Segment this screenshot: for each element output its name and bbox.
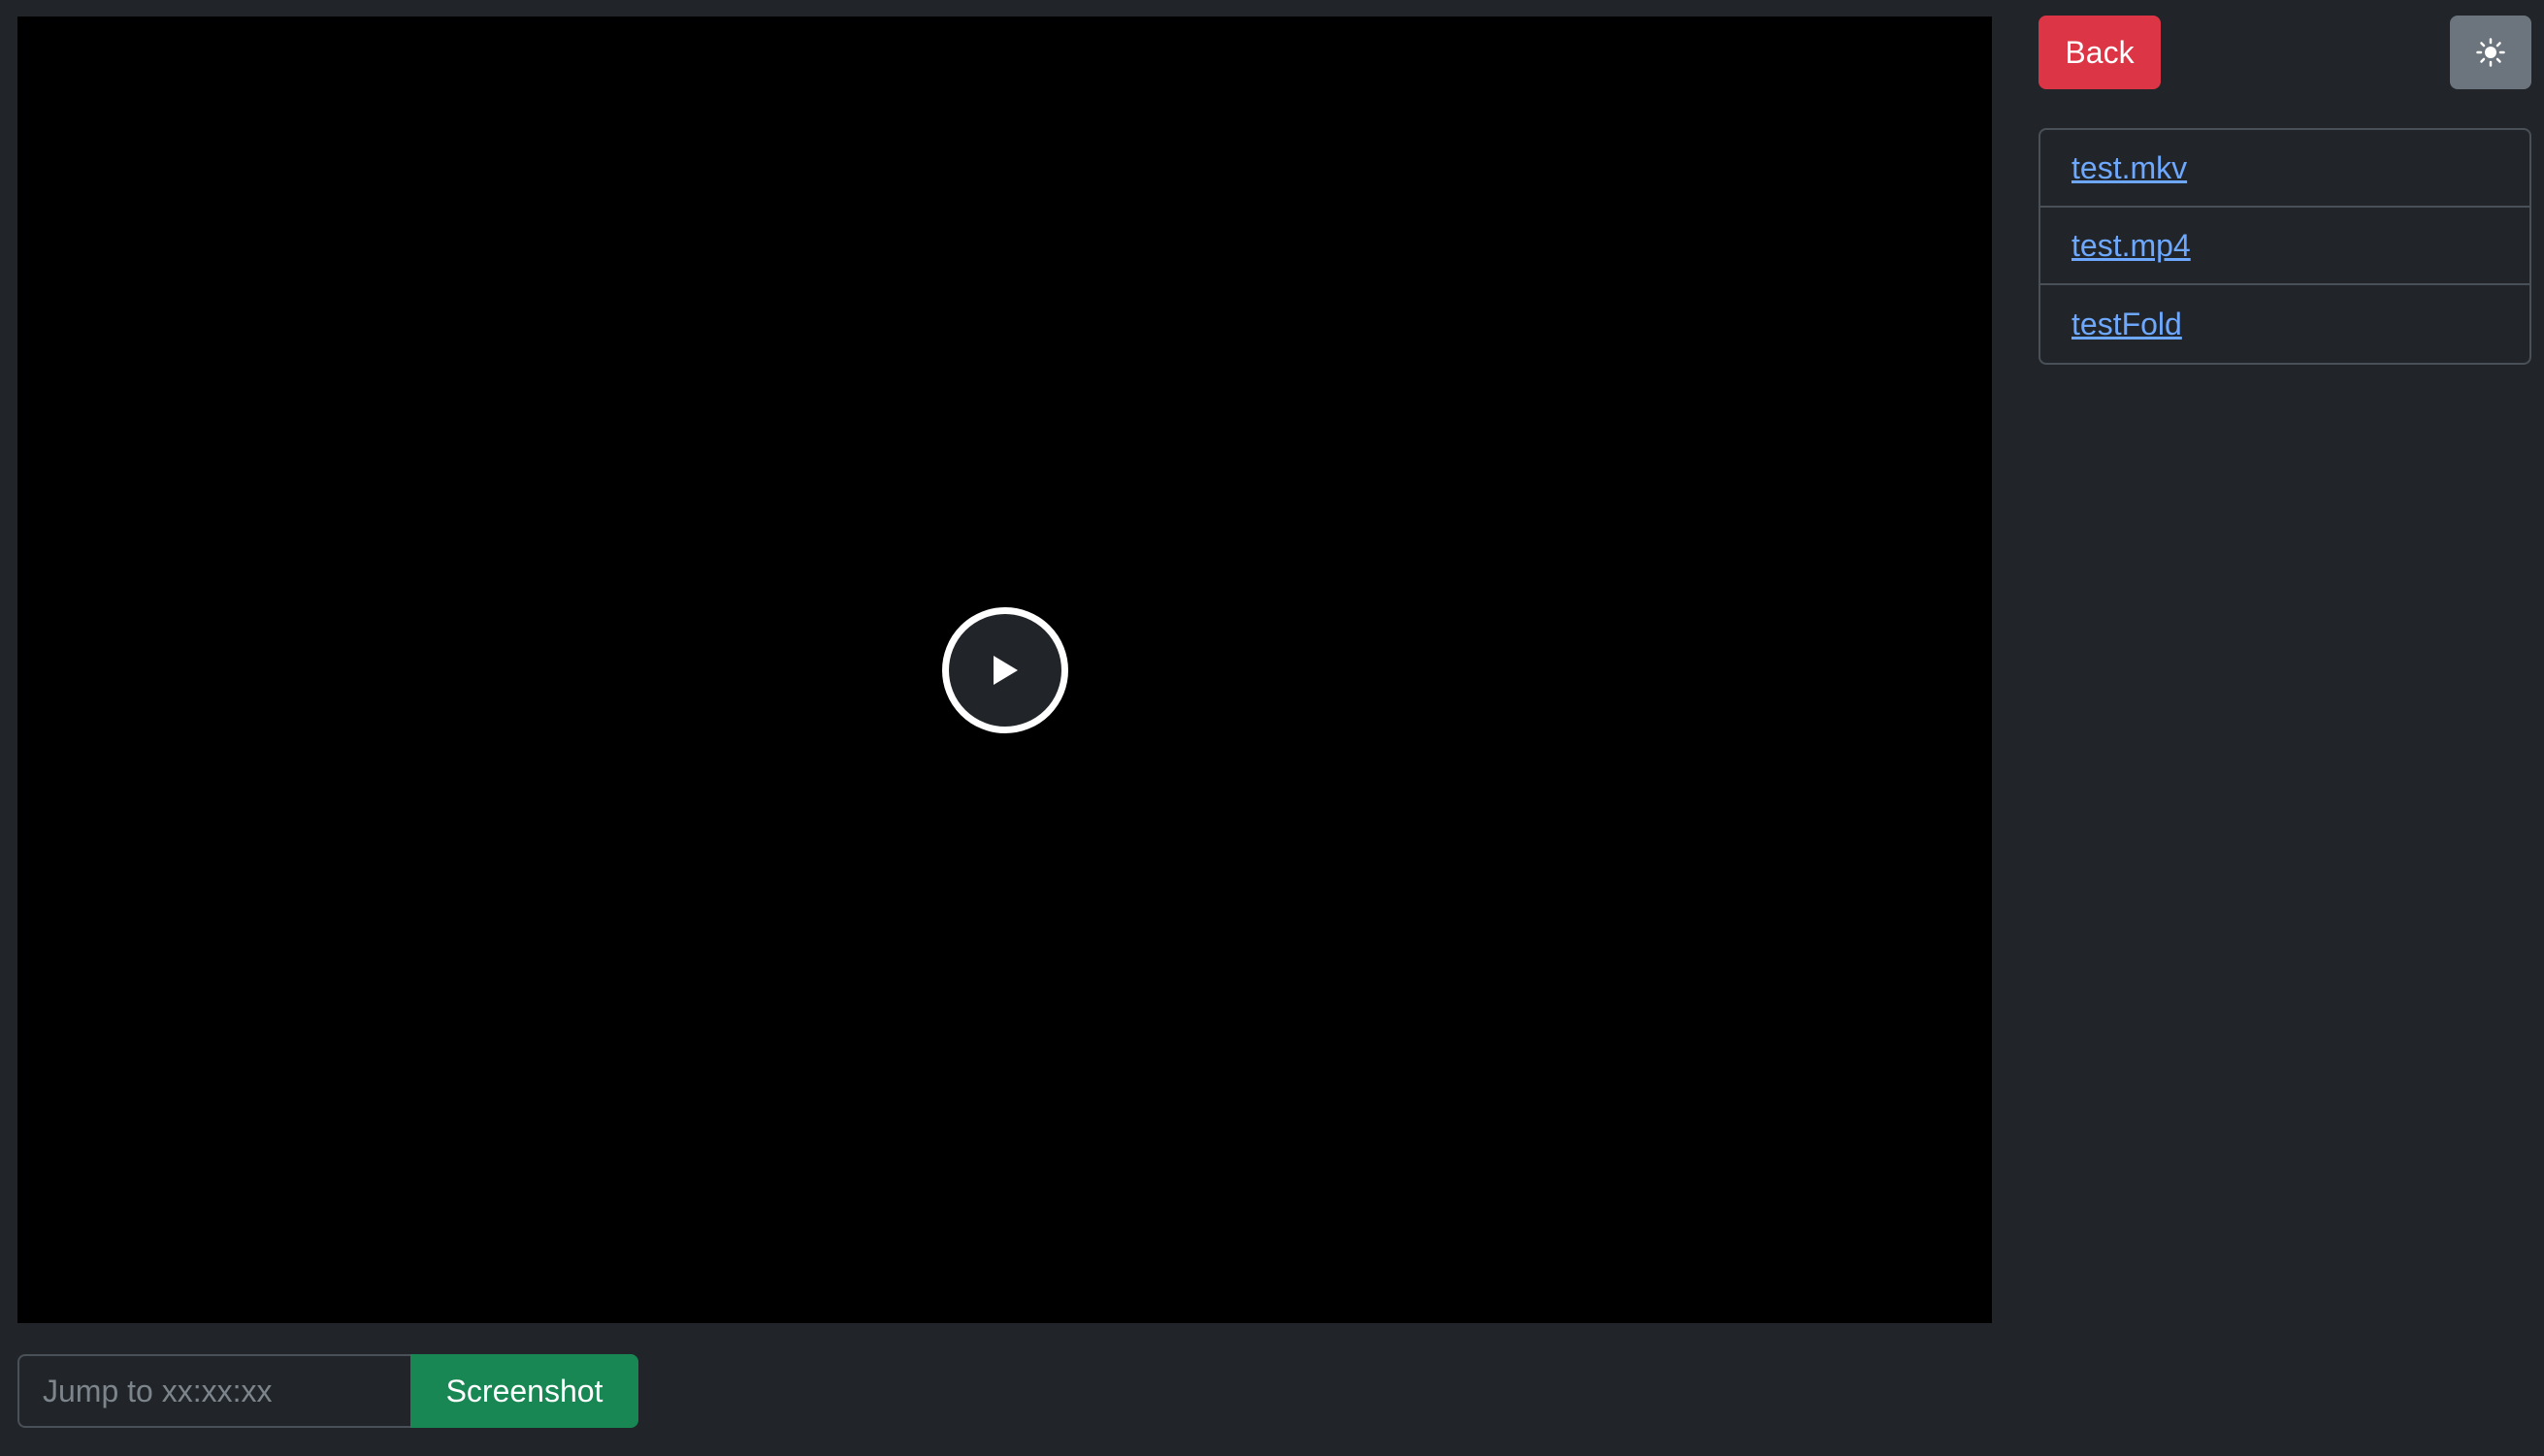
file-link-testfold[interactable]: testFold: [2071, 307, 2182, 342]
jump-to-time-input[interactable]: [17, 1354, 410, 1428]
screenshot-button[interactable]: Screenshot: [410, 1354, 638, 1428]
list-item: testFold: [2040, 285, 2529, 363]
list-item: test.mp4: [2040, 208, 2529, 285]
video-player[interactable]: [17, 16, 1992, 1323]
list-item: test.mkv: [2040, 130, 2529, 208]
video-player-page: Screenshot Back test.mkv test.mp4 tes: [0, 0, 2544, 1456]
file-list: test.mkv test.mp4 testFold: [2038, 128, 2531, 365]
theme-toggle-button[interactable]: [2450, 16, 2531, 89]
sun-icon: [2476, 38, 2505, 67]
file-link-test-mkv[interactable]: test.mkv: [2071, 150, 2187, 186]
player-controls: Screenshot: [17, 1354, 638, 1428]
back-button[interactable]: Back: [2038, 16, 2161, 89]
file-link-test-mp4[interactable]: test.mp4: [2071, 228, 2191, 264]
play-button[interactable]: [941, 606, 1068, 733]
play-icon: [993, 655, 1018, 685]
